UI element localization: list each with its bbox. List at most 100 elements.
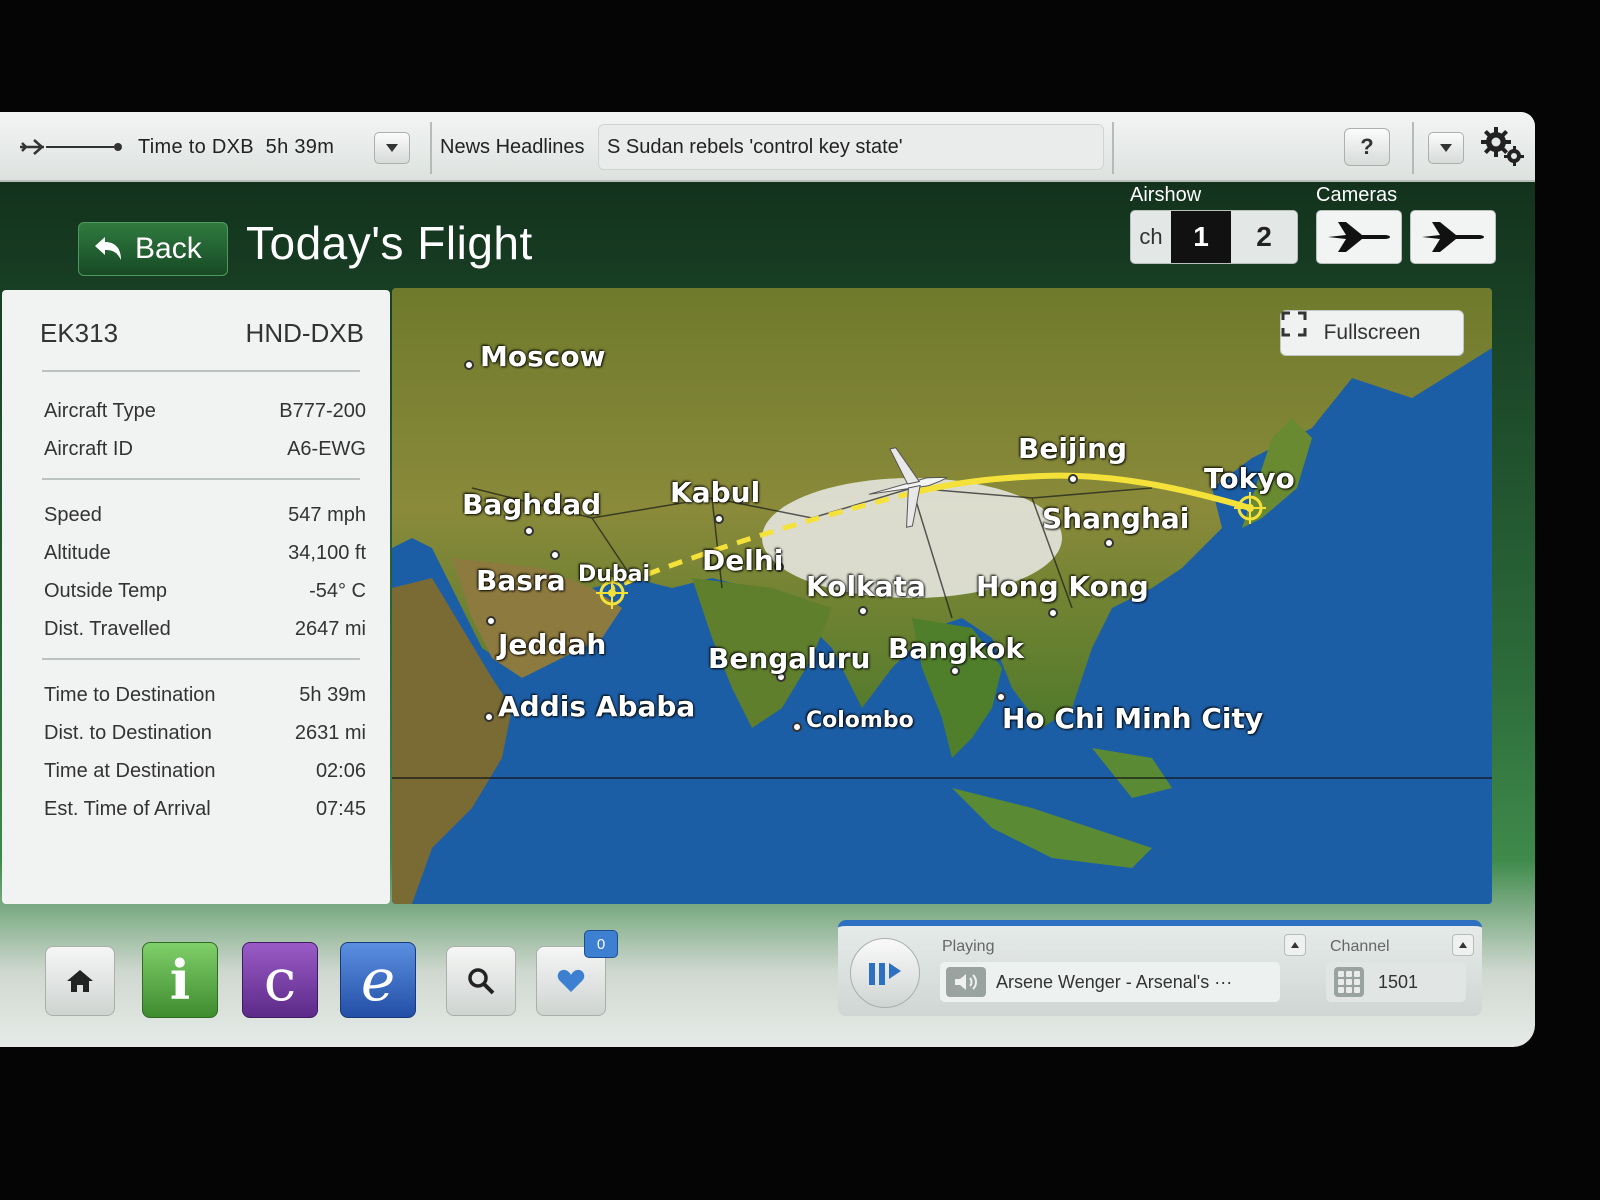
altitude-row: Altitude 34,100 ft <box>44 542 366 565</box>
channel-number: 1501 <box>1378 971 1419 992</box>
divider <box>1412 122 1414 174</box>
back-label: Back <box>135 232 202 265</box>
city-tokyo: Tokyo <box>1204 462 1295 495</box>
ife-screen: Time to DXB 5h 39m News Headlines S Suda… <box>0 112 1535 1047</box>
flight-progress-icon <box>20 139 122 155</box>
time-dropdown-button[interactable] <box>374 132 410 164</box>
search-icon <box>468 968 495 995</box>
info-icon: i <box>169 948 191 1012</box>
flight-number: EK313 <box>40 318 119 348</box>
track-title: Arsene Wenger - Arsenal's ··· <box>996 971 1233 992</box>
city-dot <box>484 712 494 722</box>
channel-label: Channel <box>1330 938 1390 955</box>
airshow-label: Airshow <box>1130 184 1202 206</box>
now-playing-track[interactable]: Arsene Wenger - Arsenal's ··· <box>940 962 1280 1002</box>
city-shanghai: Shanghai <box>1042 502 1190 535</box>
city-dot <box>550 550 560 560</box>
city-jeddah: Jeddah <box>498 628 607 661</box>
chevron-down-icon <box>1440 144 1452 152</box>
row-label: Dist. Travelled <box>44 618 171 640</box>
page-title: Today's Flight <box>246 217 533 269</box>
outside-temp-row: Outside Temp -54° C <box>44 580 366 603</box>
aircraft-type-row: Aircraft Type B777-200 <box>44 400 366 423</box>
news-headline[interactable]: S Sudan rebels 'control key state' <box>598 124 1104 170</box>
home-button[interactable] <box>45 946 115 1016</box>
dist-travelled-row: Dist. Travelled 2647 mi <box>44 618 366 641</box>
channel-expand-button[interactable] <box>1452 934 1474 956</box>
divider <box>1112 122 1114 174</box>
player-expand-button[interactable] <box>1284 934 1306 956</box>
city-addis-ababa: Addis Ababa <box>498 690 696 723</box>
aircraft-id-row: Aircraft ID A6-EWG <box>44 438 366 461</box>
flight-info-panel: EK313 HND-DXB Aircraft Type B777-200 Air… <box>2 290 390 904</box>
camera-1-button[interactable] <box>1316 210 1402 264</box>
fullscreen-button[interactable]: Fullscreen <box>1280 310 1464 356</box>
airplane-icon <box>1328 222 1390 252</box>
divider <box>42 658 360 660</box>
flight-header: EK313 HND-DXB <box>40 318 364 349</box>
airshow-channel-2[interactable]: 2 <box>1231 211 1297 263</box>
favourites-count-badge: 0 <box>584 930 618 958</box>
ch-label: ch <box>1139 224 1163 249</box>
city-ho-chi-minh: Ho Chi Minh City <box>1002 702 1264 735</box>
entertainment-icon: e <box>360 946 396 1014</box>
row-value: B777-200 <box>279 400 366 422</box>
row-value: 2631 mi <box>294 722 366 744</box>
back-arrow-icon <box>95 237 121 260</box>
options-dropdown-button[interactable] <box>1428 132 1464 164</box>
row-value: A6-EWG <box>287 438 366 460</box>
row-label: Est. Time of Arrival <box>44 798 211 820</box>
row-label: Time to Destination <box>44 684 216 706</box>
row-label: Altitude <box>44 542 111 564</box>
airplane-icon <box>1422 222 1484 252</box>
entertainment-button[interactable]: e <box>340 942 416 1018</box>
communicate-button[interactable]: c <box>242 942 318 1018</box>
news-label: News Headlines <box>440 135 585 158</box>
row-value: 02:06 <box>315 760 366 782</box>
flight-map[interactable]: Fullscreen Moscow Beijing Tokyo Baghdad … <box>392 288 1492 904</box>
heart-icon <box>557 969 585 992</box>
cameras-label: Cameras <box>1316 184 1398 206</box>
city-baghdad: Baghdad <box>462 488 602 521</box>
row-label: Aircraft Type <box>44 400 156 422</box>
city-beijing: Beijing <box>1018 432 1128 465</box>
time-to-destination-row: Time to Destination 5h 39m <box>44 684 366 707</box>
play-pause-icon <box>869 963 901 985</box>
flight-route: HND-DXB <box>245 318 364 348</box>
speaker-icon <box>946 967 986 997</box>
chevron-up-icon <box>1291 942 1299 948</box>
city-dot <box>1104 538 1114 548</box>
fullscreen-icon <box>1281 311 1307 337</box>
row-label: Outside Temp <box>44 580 168 602</box>
city-bengaluru: Bengaluru <box>708 642 871 675</box>
city-dot <box>524 526 534 536</box>
city-moscow: Moscow <box>480 340 606 373</box>
channel-selector[interactable]: 1501 <box>1326 962 1466 1002</box>
city-delhi: Delhi <box>702 544 784 577</box>
keypad-icon <box>1334 967 1364 997</box>
help-button[interactable]: ? <box>1344 128 1390 166</box>
city-dot <box>792 722 802 732</box>
row-value: 547 mph <box>288 504 366 526</box>
search-button[interactable] <box>446 946 516 1016</box>
play-pause-button[interactable] <box>850 938 920 1008</box>
city-bangkok: Bangkok <box>888 632 1024 665</box>
divider <box>42 370 360 372</box>
row-value: 5h 39m <box>299 684 366 706</box>
settings-gear-icon[interactable] <box>1478 124 1528 168</box>
city-dot <box>464 360 474 370</box>
divider <box>42 478 360 480</box>
audio-player: Playing Arsene Wenger - Arsenal's ··· Ch… <box>838 920 1482 1016</box>
airshow-channel-1[interactable]: 1 <box>1171 211 1231 263</box>
back-button[interactable]: Back <box>78 222 228 276</box>
info-button[interactable]: i <box>142 942 218 1018</box>
airshow-channel-selector: ch 1 2 <box>1130 210 1298 264</box>
speed-row: Speed 547 mph <box>44 504 366 527</box>
camera-2-button[interactable] <box>1410 210 1496 264</box>
row-value: 34,100 ft <box>288 542 366 564</box>
divider <box>430 122 432 174</box>
communicate-icon: c <box>263 946 297 1014</box>
city-hong-kong: Hong Kong <box>976 570 1149 603</box>
city-dot <box>1068 474 1078 484</box>
city-dot <box>950 666 960 676</box>
